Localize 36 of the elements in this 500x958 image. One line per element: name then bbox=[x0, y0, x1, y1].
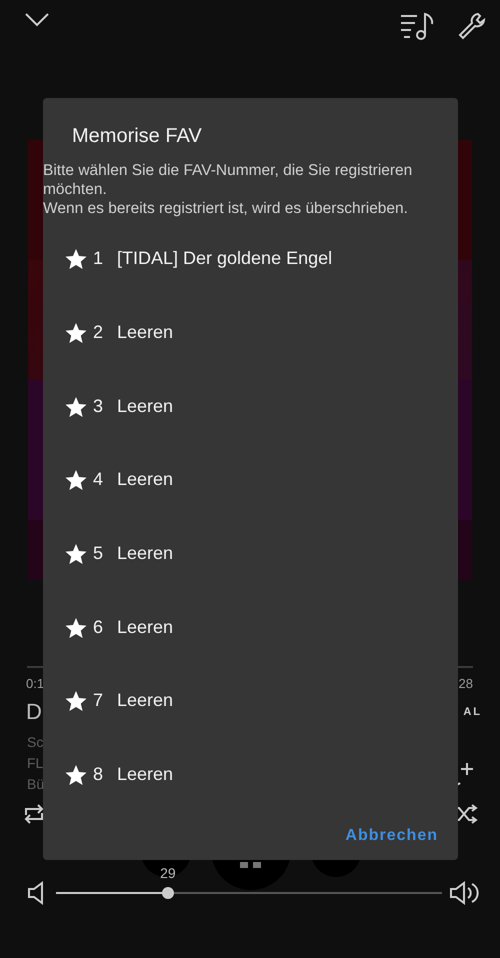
slot-label: Leeren bbox=[117, 394, 174, 418]
slot-number: 8 bbox=[92, 763, 104, 786]
cancel-button[interactable]: Abbrechen bbox=[339, 820, 444, 852]
slot-label: Leeren bbox=[117, 689, 174, 712]
duration-time: 28 bbox=[458, 676, 473, 692]
slot-number: 6 bbox=[92, 616, 104, 639]
slot-label: Leeren bbox=[117, 616, 174, 639]
slot-label: Leeren bbox=[117, 321, 174, 344]
fav-slot[interactable]: 3 Leeren bbox=[43, 369, 458, 444]
slot-number: 3 bbox=[92, 394, 104, 418]
slot-label: Leeren bbox=[117, 542, 174, 566]
slot-number: 2 bbox=[92, 321, 104, 344]
elapsed-time: 0:1 bbox=[26, 676, 44, 692]
fav-slot[interactable]: 1 [TIDAL] Der goldene Engel bbox=[43, 222, 458, 296]
fav-slot[interactable]: 8 Leeren bbox=[43, 738, 458, 812]
track-info: Bü bbox=[27, 775, 44, 794]
slot-number: 7 bbox=[92, 689, 104, 712]
fav-slot[interactable]: 6 Leeren bbox=[43, 590, 458, 664]
track-info: FL bbox=[27, 754, 44, 773]
slot-number: 5 bbox=[92, 542, 104, 566]
dialog-message: Wenn es bereits registriert ist, wird es überschrieben. bbox=[43, 199, 409, 218]
source-label: AL bbox=[463, 705, 482, 720]
fav-slot[interactable]: 4 Leeren bbox=[43, 443, 458, 517]
slot-label: [TIDAL] Der goldene Engel bbox=[117, 247, 332, 270]
fav-slot[interactable]: 7 Leeren bbox=[43, 664, 458, 738]
dialog-title: Memorise FAV bbox=[71, 124, 203, 148]
slot-number: 4 bbox=[92, 468, 104, 492]
slot-label: Leeren bbox=[117, 468, 174, 492]
slot-number: 1 bbox=[92, 247, 104, 270]
volume-reading: 29 bbox=[160, 864, 176, 883]
track-info: Sc bbox=[27, 733, 44, 752]
fav-slot[interactable]: 2 Leeren bbox=[43, 296, 458, 370]
track-title: D bbox=[26, 698, 42, 726]
dialog-message: Bitte wählen Sie die FAV-Nummer, die Sie registrieren möchten. bbox=[43, 161, 414, 199]
fav-slot[interactable]: 5 Leeren bbox=[43, 516, 458, 590]
slot-label: Leeren bbox=[117, 763, 174, 786]
